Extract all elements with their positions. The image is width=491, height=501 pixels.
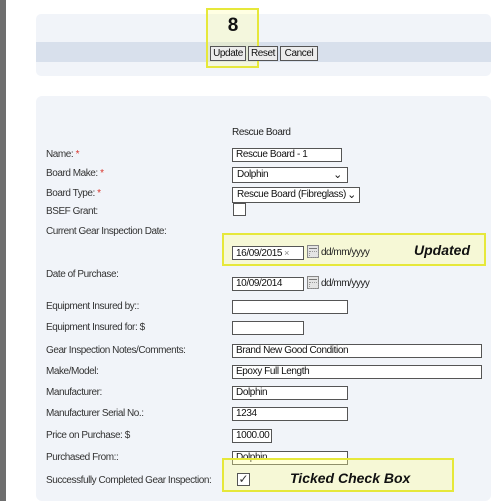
section-title: Rescue Board — [232, 127, 291, 138]
board-type-select[interactable]: Rescue Board (Fibreglass) ⌄ — [232, 187, 360, 203]
completed-inspection-label: Successfully Completed Gear Inspection: — [46, 475, 212, 486]
date-format-hint: dd/mm/yyyy — [321, 278, 370, 289]
insured-for-label: Equipment Insured for: $ — [46, 322, 145, 333]
window-left-border — [0, 0, 6, 501]
update-button[interactable]: Update — [210, 46, 246, 61]
insured-by-input[interactable] — [232, 300, 348, 314]
ticked-annotation: Ticked Check Box — [290, 470, 411, 486]
board-type-value: Rescue Board (Fibreglass) — [237, 189, 346, 200]
completed-inspection-checkbox[interactable]: ✓ — [237, 473, 250, 486]
chevron-down-icon: ⌄ — [347, 189, 356, 201]
cancel-button[interactable]: Cancel — [280, 46, 318, 61]
updated-annotation: Updated — [414, 242, 470, 258]
chevron-down-icon: ⌄ — [333, 169, 342, 181]
price-label: Price on Purchase: $ — [46, 430, 130, 441]
manufacturer-label: Manufacturer: — [46, 387, 102, 398]
board-make-select[interactable]: Dolphin ⌄ — [232, 167, 348, 183]
board-type-label: Board Type: * — [46, 188, 101, 199]
serial-label: Manufacturer Serial No.: — [46, 408, 144, 419]
serial-input[interactable]: 1234 — [232, 407, 348, 421]
board-make-label: Board Make: * — [46, 168, 104, 179]
calendar-icon[interactable] — [307, 245, 319, 258]
bsef-grant-label: BSEF Grant: — [46, 206, 98, 217]
board-make-value: Dolphin — [237, 169, 269, 180]
make-model-label: Make/Model: — [46, 366, 99, 377]
insured-for-input[interactable] — [232, 321, 304, 335]
notes-label: Gear Inspection Notes/Comments: — [46, 345, 186, 356]
name-label: Name: * — [46, 149, 80, 160]
step-number: 8 — [227, 15, 239, 36]
manufacturer-input[interactable]: Dolphin — [232, 386, 348, 400]
purchase-date-label: Date of Purchase: — [46, 269, 119, 280]
purchased-from-label: Purchased From:: — [46, 452, 119, 463]
purchase-date-input[interactable]: 10/09/2014 — [232, 277, 304, 291]
name-input[interactable]: Rescue Board - 1 — [232, 148, 342, 162]
insured-by-label: Equipment Insured by:: — [46, 301, 139, 312]
check-icon: ✓ — [238, 472, 249, 486]
date-format-hint: dd/mm/yyyy — [321, 247, 370, 258]
price-input[interactable]: 1000.00 — [232, 429, 272, 443]
bsef-grant-checkbox[interactable] — [233, 203, 246, 216]
notes-input[interactable]: Brand New Good Condition — [232, 344, 482, 358]
reset-button[interactable]: Reset — [248, 46, 278, 61]
inspection-date-label: Current Gear Inspection Date: — [46, 226, 167, 237]
clear-icon[interactable]: × — [284, 248, 289, 258]
inspection-date-input[interactable]: 16/09/2015 × — [232, 246, 304, 260]
make-model-input[interactable]: Epoxy Full Length — [232, 365, 482, 379]
calendar-icon[interactable] — [307, 276, 319, 289]
